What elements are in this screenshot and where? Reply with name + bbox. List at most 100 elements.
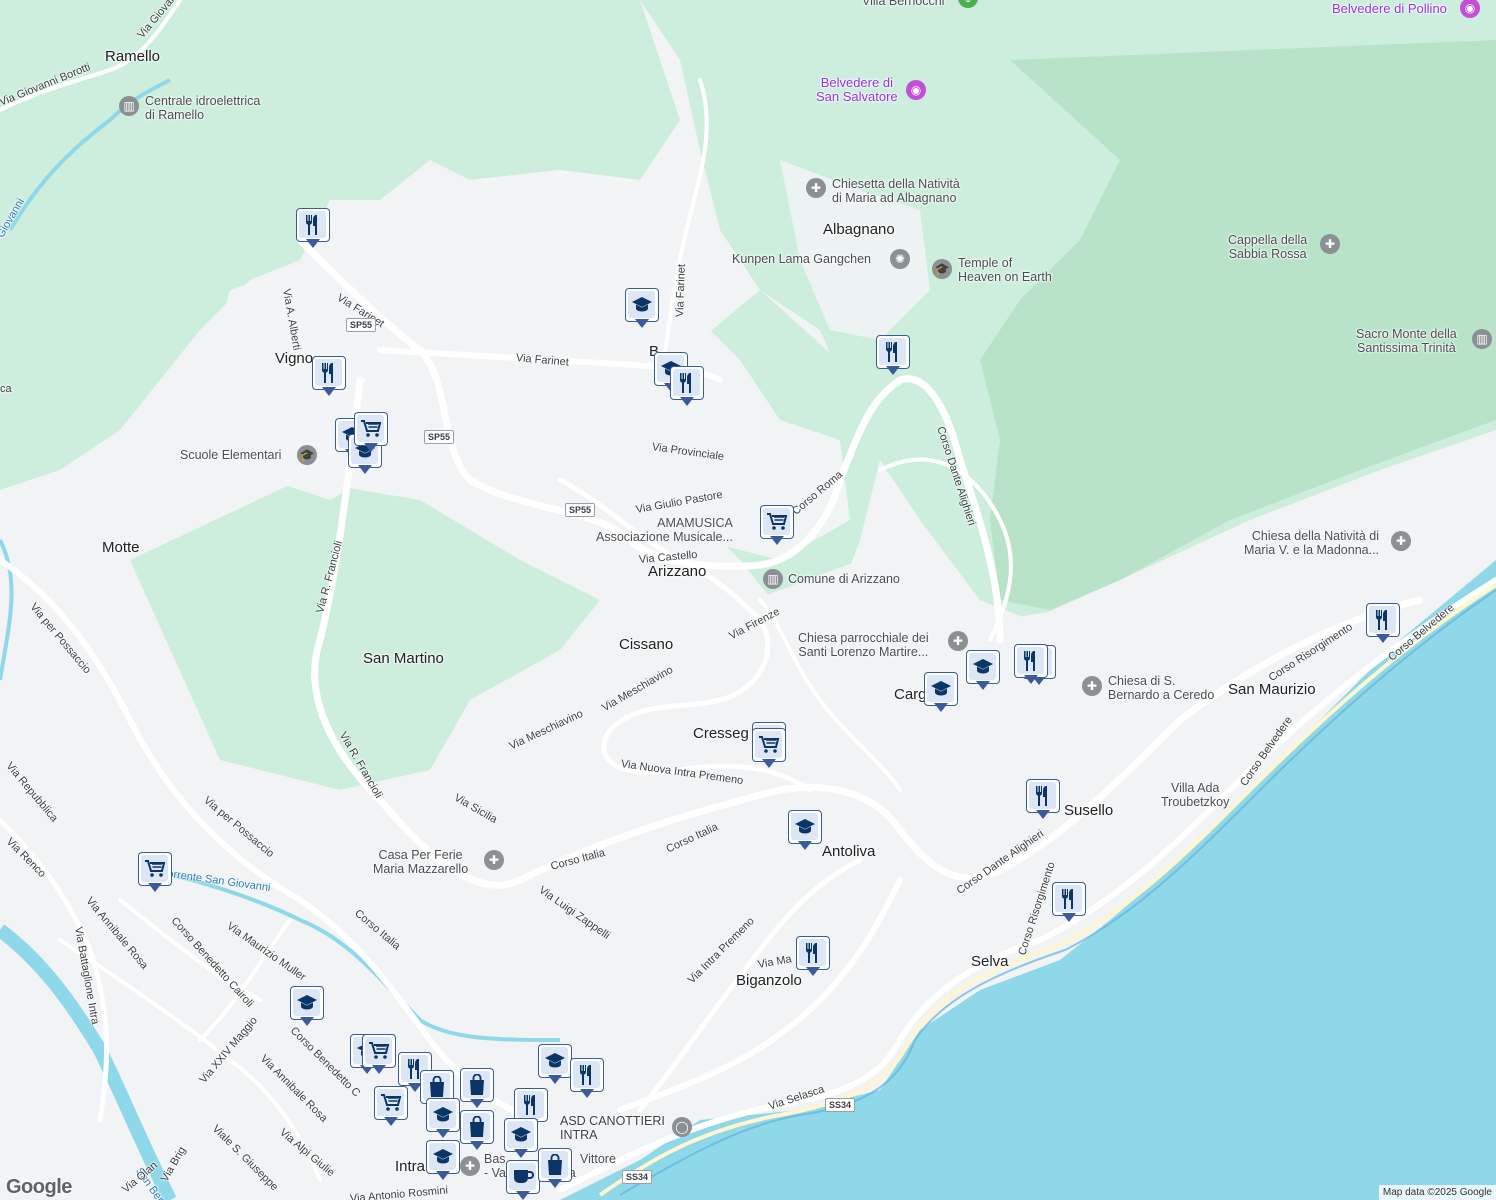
church-icon[interactable]: ✚ (1391, 531, 1411, 551)
poi-centrale[interactable]: Centrale idroelettrica di Ramello (145, 94, 260, 122)
place-selva[interactable]: Selva (971, 954, 1009, 969)
landmark-icon[interactable]: ▥ (1472, 329, 1492, 349)
poi-basilica[interactable]: Bas (484, 1152, 506, 1166)
camera-icon[interactable]: ◉ (906, 80, 926, 100)
street-label: ca (0, 383, 12, 395)
restaurant-icon (799, 939, 826, 966)
place-biganzolo[interactable]: Biganzolo (736, 973, 802, 988)
poi-comune[interactable]: Comune di Arizzano (788, 572, 900, 586)
place-albagnano[interactable]: Albagnano (823, 222, 895, 237)
shopping-marker[interactable] (538, 1148, 574, 1192)
place-san-maurizio[interactable]: San Maurizio (1228, 682, 1316, 697)
grocery-icon (357, 415, 384, 442)
poi-chiesa-nativita[interactable]: Chiesa della Natività di Maria V. e la M… (1244, 529, 1379, 557)
school-icon[interactable]: 🎓 (932, 259, 952, 279)
street-label: Via Farinet (674, 263, 688, 318)
school-icon (293, 989, 320, 1016)
school-marker[interactable] (788, 810, 824, 854)
poi-belvedere-san-salvatore[interactable]: Belvedere di San Salvatore (816, 76, 898, 104)
shopping-marker[interactable] (460, 1068, 496, 1112)
grocery-marker[interactable] (760, 505, 796, 549)
poi-vittore[interactable]: Vittore (580, 1152, 616, 1166)
restaurant-marker[interactable] (1052, 882, 1088, 926)
cafe-marker[interactable] (506, 1160, 542, 1200)
school-icon (507, 1121, 534, 1148)
grocery-marker[interactable] (362, 1034, 398, 1078)
poi-casa-ferie[interactable]: Casa Per Ferie Maria Mazzarello (373, 848, 468, 876)
poi-villa-ada[interactable]: Villa Ada Troubetzkoy (1161, 781, 1229, 809)
restaurant-marker[interactable] (796, 936, 832, 980)
temple-icon[interactable]: ✺ (890, 249, 910, 269)
poi-sacro-monte[interactable]: Sacro Monte della Santissima Trinità (1356, 327, 1457, 355)
place-susello[interactable]: Susello (1064, 803, 1113, 818)
poi-chiesetta[interactable]: Chiesetta della Natività di Maria ad Alb… (832, 177, 960, 205)
restaurant-marker[interactable] (670, 366, 706, 410)
church-icon[interactable]: ✚ (484, 850, 504, 870)
restaurant-icon (573, 1061, 600, 1088)
map-canvas[interactable]: Ramello Motte Vigno San Martino Arizzano… (0, 0, 1496, 1200)
school-icon (429, 1143, 456, 1170)
poi-chiesa-bernardo[interactable]: Chiesa di S. Bernardo a Ceredo (1108, 674, 1214, 702)
church-icon[interactable]: ✚ (460, 1156, 480, 1176)
poi-belvedere-pollino[interactable]: Belvedere di Pollino (1332, 2, 1447, 16)
school-marker[interactable] (504, 1118, 540, 1162)
restaurant-marker[interactable] (876, 335, 912, 379)
school-icon (927, 675, 954, 702)
landmark-icon[interactable]: ▥ (763, 569, 783, 589)
school-icon (791, 813, 818, 840)
restaurant-marker[interactable] (296, 208, 332, 252)
place-cissano[interactable]: Cissano (619, 637, 673, 652)
restaurant-marker[interactable] (1026, 779, 1062, 823)
restaurant-marker[interactable] (570, 1058, 606, 1102)
restaurant-icon (1017, 647, 1044, 674)
grocery-marker[interactable] (354, 412, 390, 456)
restaurant-marker[interactable] (312, 356, 348, 400)
landmark-icon[interactable]: ▥ (119, 96, 139, 116)
poi-va[interactable]: - Va (484, 1166, 506, 1180)
shopping-marker[interactable] (460, 1110, 496, 1154)
place-san-martino[interactable]: San Martino (363, 651, 444, 666)
school-marker[interactable] (426, 1140, 462, 1184)
grocery-marker[interactable] (138, 852, 174, 896)
poi-cappella[interactable]: Cappella della Sabbia Rossa (1228, 233, 1307, 261)
school-marker[interactable] (290, 986, 326, 1030)
grocery-marker[interactable] (374, 1086, 410, 1130)
restaurant-icon (879, 338, 906, 365)
place-cresseglio[interactable]: Cresseg (693, 726, 749, 741)
school-marker[interactable] (966, 650, 1002, 694)
place-intra[interactable]: Intra (395, 1159, 425, 1174)
road-shield: SS34 (622, 1170, 653, 1184)
poi-scuole[interactable]: Scuole Elementari (180, 448, 281, 462)
church-icon[interactable]: ✚ (806, 178, 826, 198)
church-icon[interactable]: ✚ (1320, 234, 1340, 254)
school-marker[interactable] (625, 288, 661, 332)
map-attribution[interactable]: Map data ©2025 Google (1378, 1185, 1496, 1200)
school-marker[interactable] (538, 1044, 574, 1088)
poi-amamusica[interactable]: AMAMUSICA Associazione Musicale... (596, 516, 733, 544)
restaurant-marker[interactable] (1014, 644, 1050, 688)
poi-asd-canottieri[interactable]: ASD CANOTTIERI INTRA (560, 1114, 665, 1142)
place-antoliva[interactable]: Antoliva (822, 844, 875, 859)
shopping-icon (463, 1071, 490, 1098)
school-icon (628, 291, 655, 318)
place-motte[interactable]: Motte (102, 540, 140, 555)
poi-kunpen[interactable]: Kunpen Lama Gangchen (732, 252, 871, 266)
place-ramello[interactable]: Ramello (105, 49, 160, 64)
restaurant-marker[interactable] (1366, 603, 1402, 647)
poi-temple[interactable]: Temple of Heaven on Earth (958, 256, 1052, 284)
grocery-icon (755, 731, 782, 758)
sports-icon[interactable]: ◯ (672, 1117, 692, 1137)
cafe-icon (509, 1163, 536, 1190)
school-icon[interactable]: 🎓 (297, 445, 317, 465)
school-marker[interactable] (924, 672, 960, 716)
poi-chiesa-parrocchiale[interactable]: Chiesa parrocchiale dei Santi Lorenzo Ma… (798, 631, 929, 659)
school-marker[interactable] (426, 1098, 462, 1142)
place-arizzano[interactable]: Arizzano (648, 564, 706, 579)
poi-villa-bernocchi[interactable]: Villa Bernocchi (862, 0, 944, 8)
church-icon[interactable]: ✚ (948, 631, 968, 651)
school-icon (429, 1101, 456, 1128)
church-icon[interactable]: ✚ (1082, 676, 1102, 696)
grocery-marker[interactable] (752, 728, 788, 772)
place-vignone[interactable]: Vigno (275, 351, 313, 366)
place-cargiago[interactable]: Carg (894, 687, 927, 702)
